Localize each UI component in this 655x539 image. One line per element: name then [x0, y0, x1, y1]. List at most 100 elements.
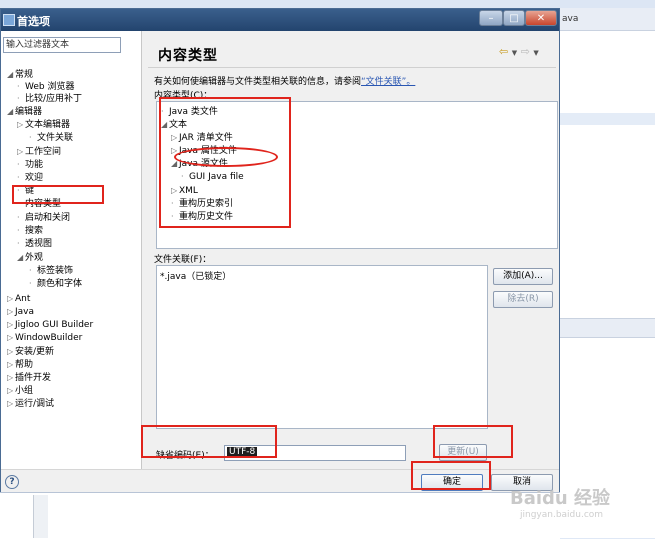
- forward-arrow-icon[interactable]: ⇨: [521, 45, 530, 58]
- nav-item[interactable]: ▷ Jigloo GUI Builder: [7, 319, 93, 331]
- preferences-dialog: 首选项 – □ ✕ 输入过滤器文本 ◢ 常规 · Web 浏览器 · 比较/应用补丁 ◢ 编辑…: [0, 8, 560, 492]
- tree-toggle-icon[interactable]: ▷: [7, 293, 15, 305]
- page-title: 内容类型: [158, 48, 218, 64]
- file-assoc-list[interactable]: *.java（已锁定）: [156, 265, 488, 429]
- minimize-icon: –: [488, 13, 494, 24]
- highlight-encoding: [141, 425, 277, 458]
- nav-item-label: 工作空间: [25, 147, 62, 157]
- highlight-ok: [411, 461, 491, 490]
- tree-line-icon: ·: [29, 266, 32, 275]
- nav-item-label: Jigloo GUI Builder: [15, 320, 94, 330]
- nav-item[interactable]: · 标签装饰: [29, 265, 73, 277]
- help-icon[interactable]: ?: [5, 475, 19, 489]
- eclipse-window-icon: [3, 14, 15, 26]
- close-icon: ✕: [536, 13, 546, 24]
- filter-input[interactable]: 输入过滤器文本: [3, 37, 121, 53]
- tree-line-icon: ·: [29, 279, 32, 288]
- tree-toggle-icon[interactable]: ▷: [7, 332, 15, 344]
- highlight-java-source: [174, 147, 278, 167]
- tree-toggle-icon[interactable]: ▷: [7, 359, 15, 371]
- nav-item-label: Java: [15, 307, 35, 317]
- nav-item[interactable]: ◢ 编辑器: [7, 106, 42, 118]
- nav-item[interactable]: · 搜索: [17, 225, 43, 237]
- file-assoc-label: 文件关联(F)：: [154, 255, 212, 265]
- tree-toggle-icon[interactable]: ▷: [7, 398, 15, 410]
- background-bottom-panel: [0, 492, 560, 539]
- nav-item-label: 标签装饰: [37, 266, 74, 276]
- nav-item[interactable]: ◢ 常规: [7, 69, 33, 81]
- tree-toggle-icon[interactable]: ◢: [17, 252, 25, 264]
- dialog-titlebar[interactable]: 首选项 – □ ✕: [1, 9, 559, 31]
- tree-toggle-icon[interactable]: ▷: [7, 346, 15, 358]
- menu-dropdown-icon[interactable]: ▼: [533, 49, 538, 57]
- background-selected-line: [560, 113, 655, 125]
- tree-toggle-icon[interactable]: ▷: [7, 385, 15, 397]
- nav-item-label: 文件关联: [37, 133, 74, 143]
- nav-item-label: Ant: [15, 294, 31, 304]
- nav-item[interactable]: · Web 浏览器: [17, 81, 74, 93]
- tree-toggle-icon[interactable]: ◢: [7, 106, 15, 118]
- nav-item-label: 功能: [25, 160, 44, 170]
- nav-item[interactable]: ▷ 文本编辑器: [17, 119, 70, 131]
- nav-item-label: 文本编辑器: [25, 120, 71, 130]
- nav-item[interactable]: ▷ 帮助: [7, 359, 33, 371]
- nav-item[interactable]: · 功能: [17, 159, 43, 171]
- nav-item[interactable]: · 颜色和字体: [29, 278, 82, 290]
- nav-item[interactable]: ▷ 运行/调试: [7, 398, 54, 410]
- tree-line-icon: ·: [17, 239, 20, 248]
- nav-item-label: 颜色和字体: [37, 279, 83, 289]
- watermark-url: jingyan.baidu.com: [520, 510, 604, 520]
- highlight-update: [433, 425, 513, 458]
- tree-line-icon: ·: [29, 133, 32, 142]
- tree-line-icon: ·: [17, 160, 20, 169]
- nav-item[interactable]: ◢ 外观: [17, 252, 43, 264]
- remove-button[interactable]: 除去(R): [493, 291, 553, 308]
- background-scrollbar[interactable]: [33, 495, 48, 538]
- maximize-button[interactable]: □: [503, 10, 525, 26]
- nav-item-label: 编辑器: [15, 107, 43, 117]
- close-button[interactable]: ✕: [525, 10, 557, 26]
- nav-item[interactable]: · 启动和关闭: [17, 212, 70, 224]
- tree-toggle-icon[interactable]: ▷: [7, 372, 15, 384]
- nav-item[interactable]: ▷ 插件开发: [7, 372, 51, 384]
- minimize-button[interactable]: –: [479, 10, 503, 26]
- file-assoc-link[interactable]: “文件关联”。: [361, 77, 415, 87]
- nav-item[interactable]: ▷ 安装/更新: [7, 346, 54, 358]
- tree-toggle-icon[interactable]: ▷: [7, 306, 15, 318]
- nav-item-label: 搜索: [25, 226, 44, 236]
- nav-item[interactable]: · 欢迎: [17, 172, 43, 184]
- nav-item-label: 帮助: [15, 360, 34, 370]
- tree-line-icon: ·: [17, 173, 20, 182]
- nav-item-label: Web 浏览器: [25, 82, 75, 92]
- nav-item[interactable]: · 比较/应用补丁: [17, 93, 82, 105]
- nav-item[interactable]: ▷ WindowBuilder: [7, 332, 82, 344]
- preferences-nav-pane: 输入过滤器文本 ◢ 常规 · Web 浏览器 · 比较/应用补丁 ◢ 编辑器 ▷ 文本编辑器 · 文件…: [1, 31, 142, 469]
- list-item[interactable]: *.java（已锁定）: [160, 269, 231, 282]
- nav-item-label: 欢迎: [25, 173, 44, 183]
- tree-line-icon: ·: [17, 82, 20, 91]
- tree-toggle-icon[interactable]: ▷: [7, 319, 15, 331]
- tree-line-icon: ·: [17, 94, 20, 103]
- back-arrow-icon[interactable]: ⇦: [499, 45, 508, 58]
- back-dropdown-icon[interactable]: ▼: [512, 49, 517, 57]
- nav-item[interactable]: ▷ 工作空间: [17, 146, 61, 158]
- nav-item-label: WindowBuilder: [15, 333, 83, 343]
- nav-item[interactable]: ▷ 小组: [7, 385, 33, 397]
- background-editor-area: [560, 8, 655, 538]
- tree-toggle-icon[interactable]: ◢: [7, 69, 15, 81]
- nav-item[interactable]: · 文件关联: [29, 132, 73, 144]
- dialog-title: 首选项: [17, 15, 50, 28]
- nav-item-label: 常规: [15, 70, 34, 80]
- nav-item-label: 比较/应用补丁: [25, 94, 83, 104]
- title-divider: [148, 67, 556, 68]
- add-button[interactable]: 添加(A)...: [493, 268, 553, 285]
- nav-item[interactable]: ▷ Java: [7, 306, 34, 318]
- nav-item[interactable]: ▷ Ant: [7, 293, 30, 305]
- tree-toggle-icon[interactable]: ▷: [17, 146, 25, 158]
- tree-toggle-icon[interactable]: ▷: [17, 119, 25, 131]
- page-description: 有关如何使编辑器与文件类型相关联的信息，请参阅“文件关联”。: [154, 74, 415, 87]
- background-editor-tab: ava: [560, 8, 655, 31]
- nav-item[interactable]: · 透视图: [17, 238, 52, 250]
- maximize-icon: □: [509, 13, 519, 24]
- nav-item-label: 外观: [25, 253, 44, 263]
